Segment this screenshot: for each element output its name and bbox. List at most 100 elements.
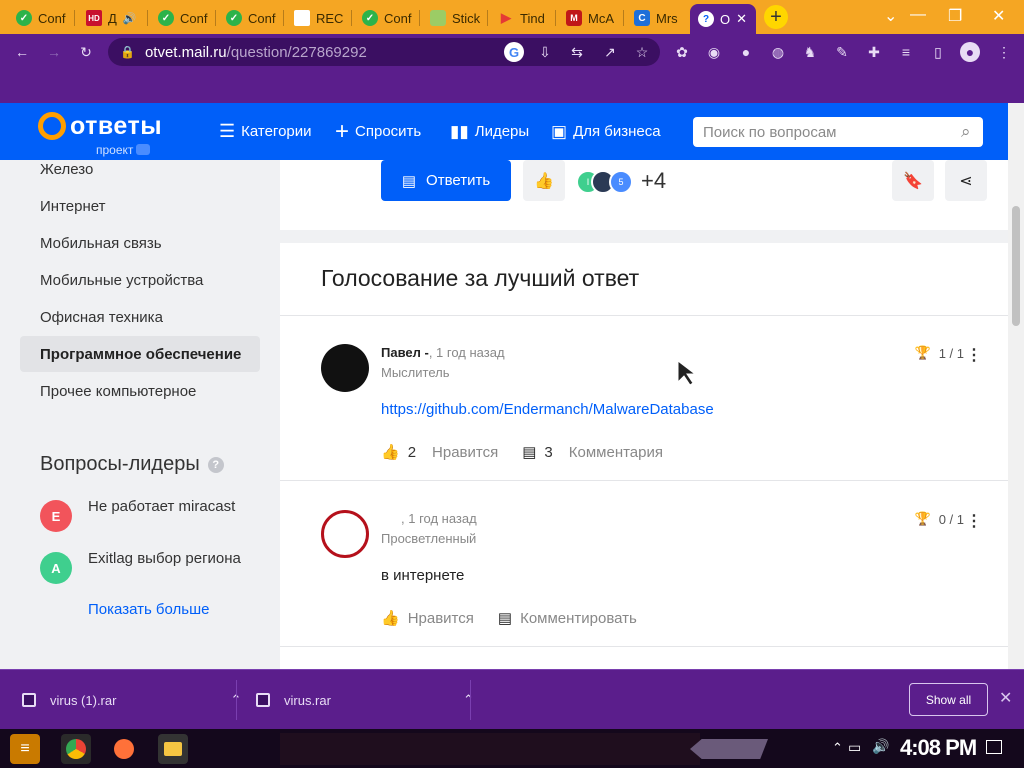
extension-icon[interactable]: ✎	[832, 42, 852, 62]
thumbs-up-icon: 👍	[534, 172, 554, 190]
comments-action[interactable]: ▤ Комментировать	[498, 609, 637, 628]
like-action[interactable]: 👍 2 Нравится	[381, 443, 498, 462]
sidebar-item-mobile-devices[interactable]: Мобильные устройства	[20, 262, 260, 298]
like-count: 2	[407, 443, 417, 461]
tab-divider	[74, 10, 75, 26]
chevron-up-icon[interactable]: ⌃	[463, 692, 474, 708]
browser-tab[interactable]: ✓ Conf	[354, 4, 418, 32]
bookmark-button[interactable]: 🔖	[892, 160, 934, 201]
puzzle-icon[interactable]: ✚	[864, 42, 884, 62]
sidebar-item-label: Железо	[40, 160, 94, 178]
leader-question[interactable]: E Не работает miracast	[40, 498, 235, 532]
minimize-icon[interactable]: —	[910, 6, 926, 24]
extension-icon[interactable]: ♞	[800, 42, 820, 62]
chevron-up-icon[interactable]: ⌃	[832, 740, 843, 756]
answer-author[interactable]: , 1 год назад	[401, 511, 477, 526]
avatar[interactable]	[321, 344, 369, 392]
nav-leaders[interactable]: ▮▮ Лидеры	[450, 103, 529, 160]
taskbar-wallpaper	[280, 733, 700, 765]
vote-title: Голосование за лучший ответ	[321, 265, 640, 291]
show-all-downloads-button[interactable]: Show all	[909, 683, 988, 716]
browser-tab[interactable]: ▶ Tind	[490, 4, 554, 32]
download-item[interactable]: virus.rar ⌃	[256, 670, 474, 730]
sidebar-item-mobile-network[interactable]: Мобильная связь	[20, 225, 260, 261]
browser-tab[interactable]: ✓ Conf	[150, 4, 214, 32]
answer-author[interactable]: Павел -, 1 год назад	[381, 345, 505, 360]
start-icon[interactable]: ≡	[10, 734, 40, 764]
sidebar-item-hardware[interactable]: Железо	[20, 151, 260, 187]
forward-icon[interactable]: →	[44, 42, 64, 62]
browser-toolbar: ← → ↻ 🔒 otvet.mail.ru/question/227869292…	[0, 34, 1024, 70]
profile-icon[interactable]: ●	[960, 42, 980, 62]
likers-count[interactable]: +4	[641, 168, 666, 194]
extension-icon[interactable]: ✿	[672, 42, 692, 62]
avatar[interactable]	[321, 510, 369, 558]
show-more-link[interactable]: Показать больше	[88, 601, 209, 618]
browser-tab-active[interactable]: ? О ✕	[690, 4, 756, 34]
scrollbar-thumb[interactable]	[1012, 206, 1020, 326]
browser-tab[interactable]: M McA	[558, 4, 622, 32]
leader-question[interactable]: A Exitlag выбор региона	[40, 550, 241, 584]
restore-icon[interactable]: ❐	[948, 6, 962, 26]
nav-ask[interactable]: + Спросить	[335, 103, 421, 160]
share-icon[interactable]: ↗	[600, 42, 620, 62]
chrome-icon[interactable]	[61, 734, 91, 764]
install-icon[interactable]: ⇩	[535, 42, 555, 62]
taskbar-clock[interactable]: 4:08 PM	[900, 735, 977, 761]
tab-title: Conf	[248, 10, 276, 26]
page-scrollbar[interactable]	[1008, 103, 1024, 669]
sidebar-item-other-computer[interactable]: Прочее компьютерное	[20, 373, 260, 409]
search-icon[interactable]: ⌕	[961, 122, 971, 142]
tab-search-icon[interactable]: ⌄	[884, 6, 897, 26]
like-action[interactable]: 👍 Нравится	[381, 609, 474, 628]
notifications-icon[interactable]	[986, 740, 1002, 754]
browser-tab[interactable]: Stick	[422, 4, 486, 32]
sidebar-item-office-equipment[interactable]: Офисная техника	[20, 299, 260, 335]
browser-tab[interactable]: ✓ Conf	[8, 4, 70, 32]
sidebar-item-internet[interactable]: Интернет	[20, 188, 260, 224]
download-item[interactable]: virus (1).rar ⌃	[22, 670, 241, 730]
tab-divider	[623, 10, 624, 26]
share-button[interactable]: ⋖	[945, 160, 987, 201]
bookmark-star-icon[interactable]: ☆	[632, 42, 652, 62]
translate-icon[interactable]: ⇆	[567, 42, 587, 62]
vote-score[interactable]: 🏆 0 / 1	[915, 511, 964, 527]
firefox-icon[interactable]	[109, 734, 139, 764]
network-icon[interactable]: ▭	[848, 739, 861, 756]
close-shelf-icon[interactable]: ✕	[999, 688, 1012, 708]
tab-divider	[487, 10, 488, 26]
help-icon[interactable]: ?	[207, 456, 224, 473]
vote-score[interactable]: 🏆 1 / 1	[915, 345, 964, 361]
browser-tab[interactable]: ✓ Conf	[218, 4, 282, 32]
like-button[interactable]: 👍	[523, 160, 565, 201]
more-options-icon[interactable]: ⋮	[966, 511, 982, 531]
browser-tab[interactable]: REC	[286, 4, 350, 32]
back-icon[interactable]: ←	[12, 42, 32, 62]
divider	[280, 480, 1008, 481]
sidebar-item-software[interactable]: Программное обеспечение	[20, 336, 260, 372]
close-window-icon[interactable]: ✕	[992, 6, 1005, 26]
more-options-icon[interactable]: ⋮	[966, 345, 982, 365]
menu-icon[interactable]: ⋮	[994, 42, 1014, 62]
side-panel-icon[interactable]: ▯	[928, 42, 948, 62]
google-icon[interactable]: G	[504, 42, 524, 62]
trophy-icon: 🏆	[914, 345, 931, 360]
browser-tab[interactable]: HD Д 🔊	[78, 4, 144, 32]
comments-action[interactable]: ▤ 3 Комментария	[522, 443, 663, 462]
close-tab-icon[interactable]: ✕	[736, 11, 747, 27]
reply-button[interactable]: ▤ Ответить	[381, 160, 511, 201]
like-label: Нравится	[407, 609, 474, 627]
answer-link[interactable]: https://github.com/Endermanch/MalwareDat…	[381, 401, 714, 418]
nav-business[interactable]: ▣ Для бизнеса	[551, 103, 661, 160]
search-input[interactable]	[703, 123, 943, 141]
extension-icon[interactable]: ●	[736, 42, 756, 62]
extension-icon[interactable]: ◍	[768, 42, 788, 62]
folder-icon[interactable]	[158, 734, 188, 764]
volume-icon[interactable]: 🔊	[872, 738, 889, 755]
reading-list-icon[interactable]: ≡	[896, 42, 916, 62]
browser-tab-strip: ✓ Conf HD Д 🔊 ✓ Conf ✓ Conf REC ✓ Conf S…	[0, 0, 1024, 34]
extension-icon[interactable]: ◉	[704, 42, 724, 62]
reload-icon[interactable]: ↻	[76, 42, 96, 62]
browser-tab[interactable]: C Mrs	[626, 4, 688, 32]
new-tab-button[interactable]: +	[764, 5, 788, 29]
